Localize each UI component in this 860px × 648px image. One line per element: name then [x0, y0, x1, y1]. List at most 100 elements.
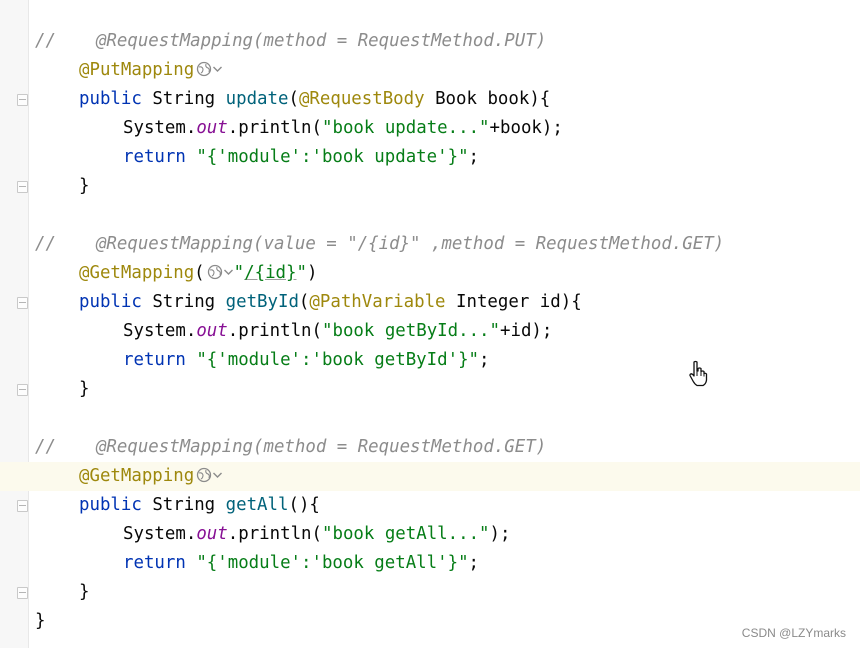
paren: ( [288, 89, 299, 109]
param-type: Book [435, 89, 477, 109]
keyword-public: public [79, 89, 142, 109]
web-endpoint-icon[interactable] [207, 264, 223, 280]
param-annotation: @RequestBody [298, 89, 425, 109]
method-name: getById [225, 292, 299, 312]
chevron-down-icon[interactable] [223, 266, 234, 278]
return-type: String [152, 89, 216, 109]
paren-brace: ){ [298, 495, 320, 515]
code-line-empty[interactable] [0, 201, 860, 230]
class-system: System [123, 118, 186, 138]
code-line-signature[interactable]: public String getAll(){ [0, 491, 860, 520]
param-type: Integer [456, 292, 530, 312]
comment-text: @RequestMapping(value = "/{id}" ,method … [95, 234, 725, 254]
statement-end: ); [531, 321, 553, 341]
code-line-return[interactable]: return "{'module':'book getAll'}"; [0, 549, 860, 578]
concat-expr: +book [489, 118, 542, 138]
hand-pointer-icon [688, 360, 708, 388]
statement-end: ); [489, 524, 511, 544]
comment-slashes: // [35, 234, 56, 254]
param-name: book [487, 89, 530, 109]
keyword-return: return [123, 147, 186, 167]
code-line-empty[interactable] [0, 404, 860, 433]
return-type: String [152, 292, 216, 312]
quote: " [296, 263, 307, 283]
return-type: String [152, 495, 216, 515]
code-line-print[interactable]: System.out.println("book update..."+book… [0, 114, 860, 143]
method-name: update [225, 89, 289, 109]
path-variable-ref[interactable]: /{id} [244, 263, 296, 283]
code-line-closing-brace[interactable]: } [0, 172, 860, 201]
code-line-signature[interactable]: public String update(@RequestBody Book b… [0, 85, 860, 114]
code-line-signature[interactable]: public String getById(@PathVariable Inte… [0, 288, 860, 317]
dot: . [185, 321, 197, 341]
semicolon: ; [468, 553, 480, 573]
code-editor[interactable]: // @RequestMapping(method = RequestMethod… [0, 27, 860, 636]
code-line-comment[interactable]: // @RequestMapping(method = RequestMethod… [0, 433, 860, 462]
comment-text: @RequestMapping(method = RequestMethod.G… [95, 437, 547, 457]
dot: . [185, 118, 197, 138]
method-println: println [238, 118, 312, 138]
keyword-public: public [79, 495, 142, 515]
paren: ( [311, 321, 322, 341]
closing-brace: } [79, 379, 90, 399]
web-endpoint-icon[interactable] [196, 467, 212, 483]
string-literal: "book getById..." [322, 321, 500, 341]
code-line-print[interactable]: System.out.println("book getById..."+id)… [0, 317, 860, 346]
class-system: System [123, 321, 186, 341]
comment-text: @RequestMapping(method = RequestMethod.P… [95, 31, 547, 51]
string-literal: "book update..." [322, 118, 490, 138]
paren-brace: ){ [529, 89, 551, 109]
string-literal: "{'module':'book getAll'}" [196, 553, 469, 573]
closing-brace: } [79, 582, 90, 602]
annotation: @PutMapping [79, 60, 195, 80]
paren: ( [298, 292, 310, 312]
keyword-return: return [123, 350, 186, 370]
string-literal: "{'module':'book update'}" [196, 147, 469, 167]
field-out: out [196, 118, 228, 138]
annotation: @GetMapping [79, 466, 195, 486]
annotation: @GetMapping [79, 263, 195, 283]
chevron-down-icon[interactable] [212, 469, 223, 481]
field-out: out [196, 524, 228, 544]
keyword-public: public [79, 292, 142, 312]
code-line-closing-brace[interactable]: } [0, 375, 860, 404]
paren: ( [288, 495, 299, 515]
paren: ( [194, 263, 205, 283]
param-name: id [539, 292, 561, 312]
dot: . [185, 524, 197, 544]
class-system: System [123, 524, 186, 544]
code-line-annotation-current[interactable]: @GetMapping [0, 462, 860, 491]
code-line-annotation[interactable]: @GetMapping( "/{id}") [0, 259, 860, 288]
statement-end: ); [541, 118, 563, 138]
comment-slashes: // [35, 437, 56, 457]
quote: " [233, 263, 245, 283]
paren: ) [306, 263, 318, 283]
code-line-return[interactable]: return "{'module':'book update'}"; [0, 143, 860, 172]
string-literal: "book getAll..." [322, 524, 490, 544]
closing-brace: } [79, 176, 90, 196]
dot: . [227, 321, 239, 341]
code-line-return[interactable]: return "{'module':'book getById'}"; [0, 346, 860, 375]
semicolon: ; [468, 147, 480, 167]
field-out: out [196, 321, 228, 341]
paren: ( [311, 118, 322, 138]
code-line-comment[interactable]: // @RequestMapping(value = "/{id}" ,metho… [0, 230, 860, 259]
paren-brace: ){ [560, 292, 582, 312]
dot: . [227, 524, 239, 544]
string-literal: "{'module':'book getById'}" [196, 350, 480, 370]
param-annotation: @PathVariable [309, 292, 446, 312]
code-line-closing-brace[interactable]: } [0, 578, 860, 607]
code-line-print[interactable]: System.out.println("book getAll..."); [0, 520, 860, 549]
chevron-down-icon[interactable] [212, 63, 223, 75]
concat-expr: +id [500, 321, 532, 341]
code-line-class-closing[interactable]: } [0, 607, 860, 636]
class-closing-brace: } [35, 611, 46, 631]
code-line-annotation[interactable]: @PutMapping [0, 56, 860, 85]
keyword-return: return [123, 553, 186, 573]
comment-slashes: // [35, 31, 56, 51]
paren: ( [311, 524, 322, 544]
dot: . [227, 118, 239, 138]
method-println: println [238, 321, 312, 341]
code-line-comment[interactable]: // @RequestMapping(method = RequestMethod… [0, 27, 860, 56]
web-endpoint-icon[interactable] [196, 61, 212, 77]
